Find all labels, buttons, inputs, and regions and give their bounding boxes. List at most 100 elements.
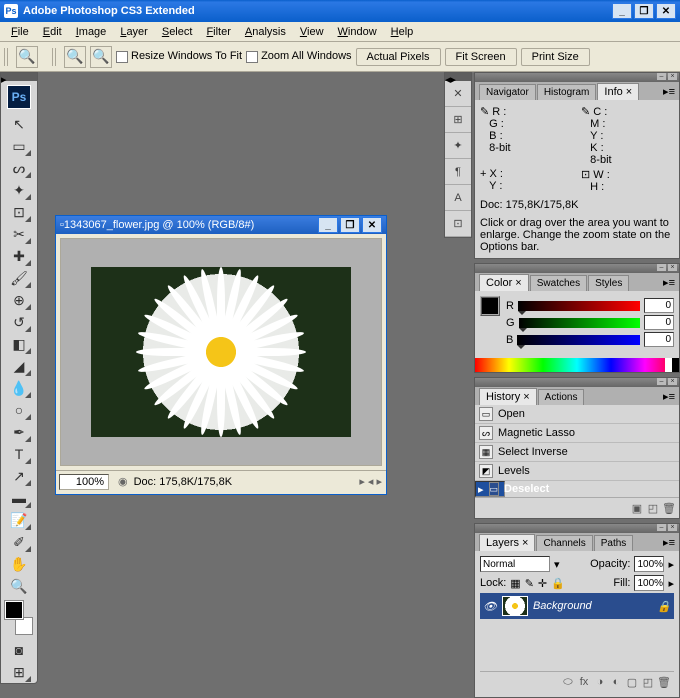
palette-min-icon[interactable]: –: [657, 524, 666, 531]
g-input[interactable]: [644, 315, 674, 330]
palette-close-icon[interactable]: ×: [668, 73, 677, 80]
palette-min-icon[interactable]: –: [657, 73, 666, 80]
marquee-tool[interactable]: ▭: [6, 135, 32, 157]
visibility-icon[interactable]: 👁: [483, 600, 497, 613]
color-swatch[interactable]: [480, 296, 500, 316]
stamp-tool[interactable]: ⊕: [6, 289, 32, 311]
palette-min-icon[interactable]: –: [657, 378, 666, 385]
close-icon[interactable]: ×: [626, 86, 632, 98]
new-doc-icon[interactable]: ◰: [646, 501, 660, 515]
dock-header[interactable]: ◂▸: [445, 73, 471, 81]
tab-navigator[interactable]: Navigator: [479, 84, 536, 100]
doc-max[interactable]: ❐: [340, 217, 360, 233]
dock-icon-5[interactable]: A: [445, 185, 471, 211]
r-input[interactable]: [644, 298, 674, 313]
path-select-tool[interactable]: ↗: [6, 465, 32, 487]
zoom-out-button[interactable]: 🔍: [90, 46, 112, 68]
fit-screen-button[interactable]: Fit Screen: [445, 48, 517, 66]
history-item[interactable]: ▭Open: [475, 405, 679, 424]
tab-layers[interactable]: Layers×: [479, 534, 535, 551]
history-item[interactable]: ᔕMagnetic Lasso: [475, 424, 679, 443]
blur-tool[interactable]: 💧: [6, 377, 32, 399]
print-size-button[interactable]: Print Size: [521, 48, 590, 66]
history-item[interactable]: ◩Levels: [475, 462, 679, 481]
eyedropper-tool[interactable]: ✐: [6, 531, 32, 553]
dock-icon-3[interactable]: ✦: [445, 133, 471, 159]
r-slider[interactable]: [518, 301, 640, 311]
grip-icon[interactable]: [52, 48, 58, 66]
toolbox-header[interactable]: ▸: [1, 73, 37, 81]
menu-select[interactable]: Select: [155, 24, 200, 40]
notes-tool[interactable]: 📝: [6, 509, 32, 531]
tab-paths[interactable]: Paths: [594, 535, 634, 551]
trash-icon[interactable]: 🗑: [662, 501, 676, 515]
maximize-button[interactable]: ❐: [634, 3, 654, 19]
eraser-tool[interactable]: ◧: [6, 333, 32, 355]
menu-help[interactable]: Help: [384, 24, 421, 40]
fx-icon[interactable]: fx: [577, 675, 591, 689]
canvas[interactable]: [60, 238, 382, 466]
menu-file[interactable]: File: [4, 24, 36, 40]
fg-color-swatch[interactable]: [5, 601, 23, 619]
bg-color-swatch[interactable]: [15, 617, 33, 635]
zoomall-checkbox[interactable]: Zoom All Windows: [246, 50, 351, 62]
b-input[interactable]: [644, 332, 674, 347]
lock-trans-icon[interactable]: ▦: [510, 577, 520, 590]
brush-tool[interactable]: 🖌: [6, 267, 32, 289]
dodge-tool[interactable]: ○: [6, 399, 32, 421]
g-slider[interactable]: [519, 318, 640, 328]
zoom-in-button[interactable]: 🔍: [64, 46, 86, 68]
blend-mode-select[interactable]: Normal: [480, 556, 550, 572]
palette-menu-icon[interactable]: ▸≡: [659, 534, 679, 551]
doc-close[interactable]: ✕: [362, 217, 382, 233]
lasso-tool[interactable]: ᔕ: [6, 157, 32, 179]
resize-checkbox[interactable]: Resize Windows To Fit: [116, 50, 242, 62]
gradient-tool[interactable]: ◢: [6, 355, 32, 377]
b-slider[interactable]: [517, 335, 640, 345]
history-item-selected[interactable]: ▸▭Deselect: [475, 481, 505, 497]
actual-pixels-button[interactable]: Actual Pixels: [356, 48, 441, 66]
zoom-input[interactable]: 100%: [59, 474, 109, 490]
healing-tool[interactable]: ✚: [6, 245, 32, 267]
minimize-button[interactable]: _: [612, 3, 632, 19]
mask-icon[interactable]: ◑: [593, 675, 607, 689]
palette-close-icon[interactable]: ×: [668, 264, 677, 271]
tab-styles[interactable]: Styles: [588, 275, 629, 291]
doc-titlebar[interactable]: ▫ 1343067_flower.jpg @ 100% (RGB/8#) _❐✕: [56, 216, 386, 234]
history-brush-icon[interactable]: ▸: [478, 483, 484, 496]
palette-menu-icon[interactable]: ▸≡: [659, 388, 679, 405]
lock-pixels-icon[interactable]: ✎: [525, 577, 534, 590]
type-tool[interactable]: T: [6, 443, 32, 465]
doc-min[interactable]: _: [318, 217, 338, 233]
palette-min-icon[interactable]: –: [657, 264, 666, 271]
group-icon[interactable]: ▢: [625, 675, 639, 689]
grip-icon[interactable]: [4, 48, 10, 66]
spectrum-bar[interactable]: [475, 358, 679, 372]
slice-tool[interactable]: ✂: [6, 223, 32, 245]
pen-tool[interactable]: ✒: [6, 421, 32, 443]
crop-tool[interactable]: ⊡: [6, 201, 32, 223]
lock-pos-icon[interactable]: ✛: [538, 577, 547, 590]
tab-histogram[interactable]: Histogram: [537, 84, 597, 100]
tab-swatches[interactable]: Swatches: [530, 275, 587, 291]
quickmask-button[interactable]: ◙: [6, 639, 32, 661]
new-layer-icon[interactable]: ◰: [641, 675, 655, 689]
menu-layer[interactable]: Layer: [113, 24, 155, 40]
history-brush-tool[interactable]: ↺: [6, 311, 32, 333]
menu-filter[interactable]: Filter: [199, 24, 237, 40]
tab-history[interactable]: History×: [479, 388, 537, 405]
lock-all-icon[interactable]: 🔒: [551, 577, 565, 590]
close-button[interactable]: ✕: [656, 3, 676, 19]
color-swatches[interactable]: [5, 601, 33, 635]
layer-thumb[interactable]: [502, 596, 528, 616]
palette-close-icon[interactable]: ×: [668, 524, 677, 531]
history-item[interactable]: ▦Select Inverse: [475, 443, 679, 462]
hand-tool[interactable]: ✋: [6, 553, 32, 575]
menu-window[interactable]: Window: [331, 24, 384, 40]
shape-tool[interactable]: ▬: [6, 487, 32, 509]
dock-icon-2[interactable]: ⊞: [445, 107, 471, 133]
tab-actions[interactable]: Actions: [538, 389, 585, 405]
trash-icon[interactable]: 🗑: [657, 675, 671, 689]
move-tool[interactable]: ↖: [6, 113, 32, 135]
dock-icon-6[interactable]: ⊡: [445, 211, 471, 237]
